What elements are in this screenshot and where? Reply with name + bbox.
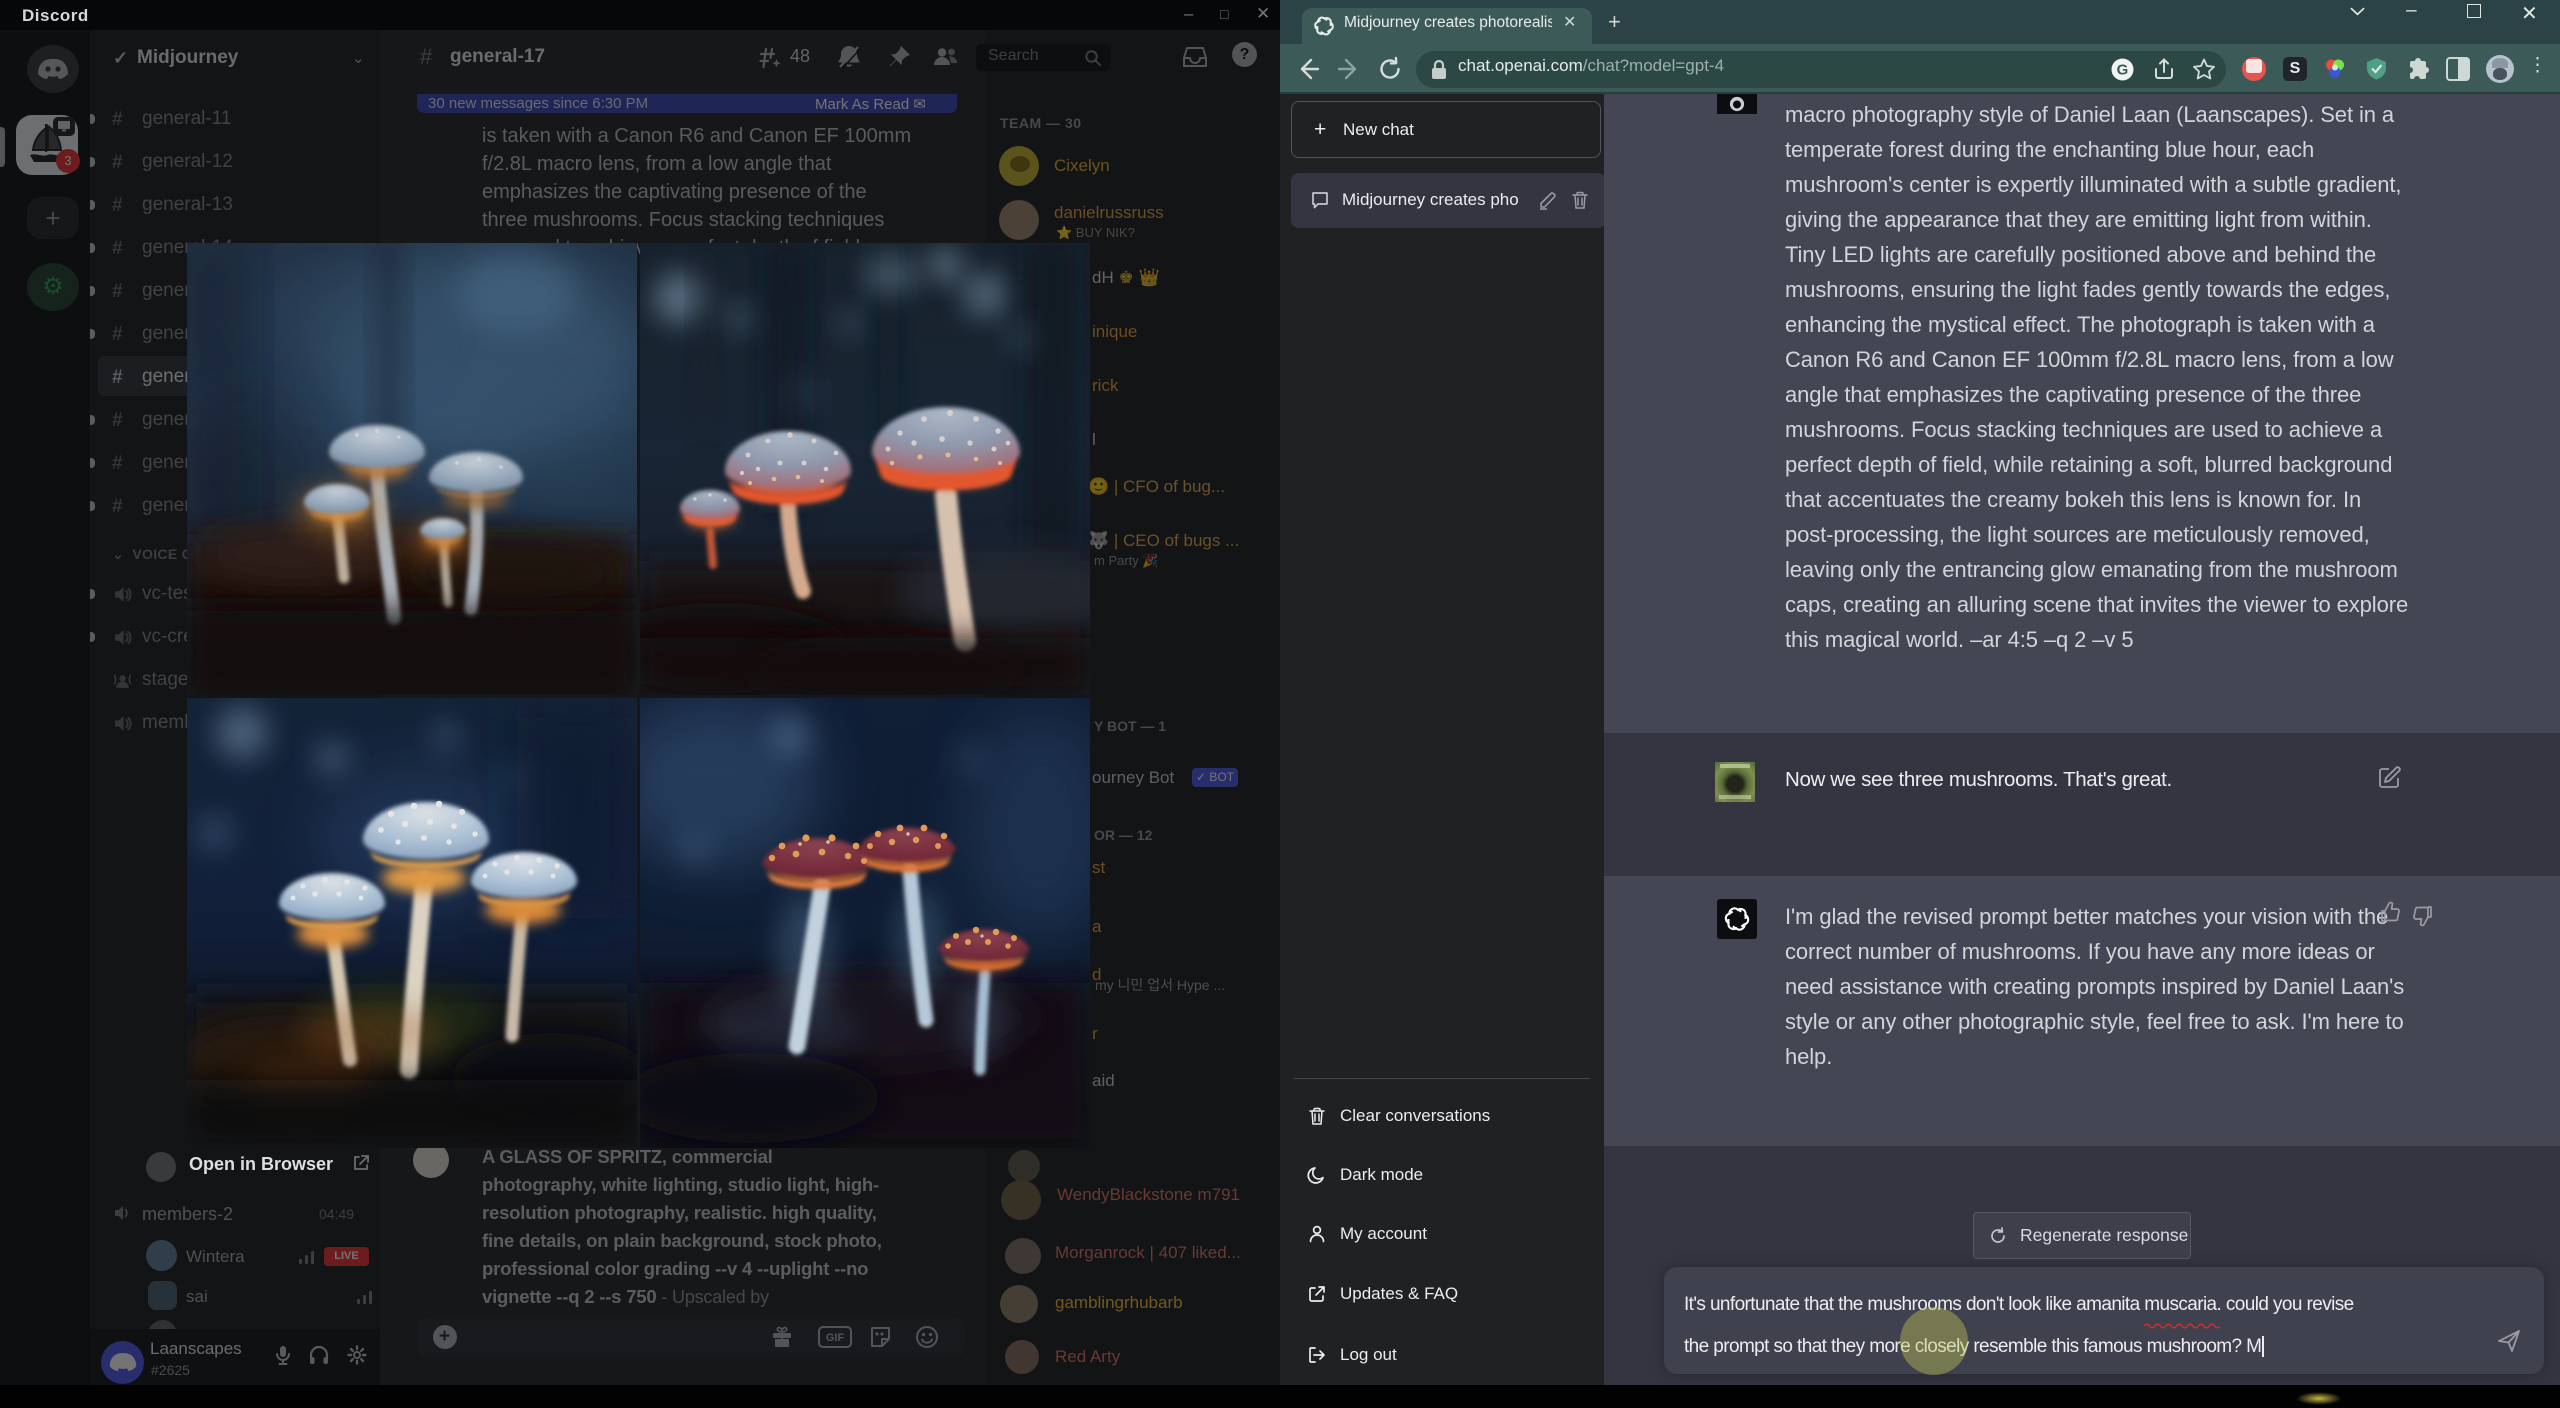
svg-text:G: G bbox=[2117, 62, 2129, 79]
